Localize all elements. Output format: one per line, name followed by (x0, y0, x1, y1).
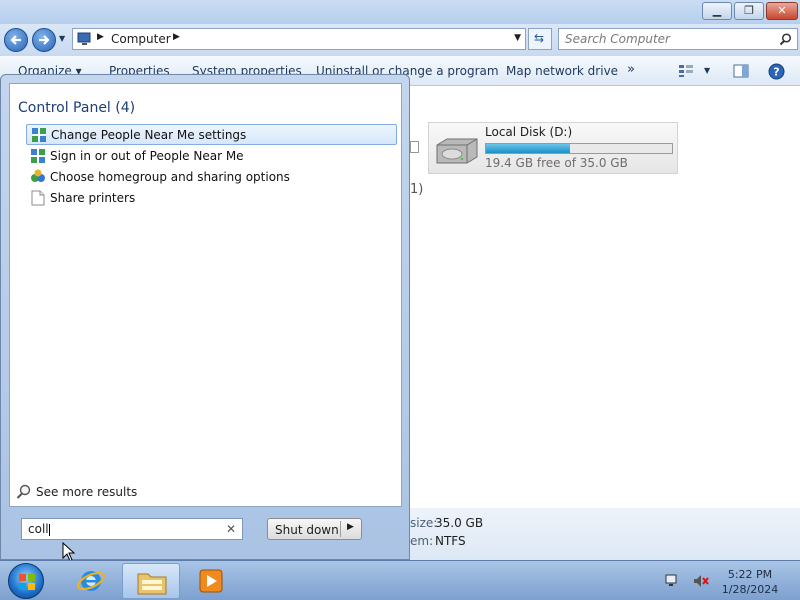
result-label: Change People Near Me settings (51, 128, 247, 142)
forward-arrow-icon (39, 35, 50, 45)
people-near-me-icon (32, 128, 46, 142)
disk-free-text: 19.4 GB free of 35.0 GB (485, 156, 628, 170)
change-view-icon[interactable] (678, 64, 694, 78)
search-placeholder: Search Computer (565, 32, 670, 46)
group-checkbox[interactable] (410, 141, 419, 153)
taskbar-media-player[interactable] (182, 563, 240, 599)
network-icon[interactable] (664, 573, 682, 589)
map-network-drive-button[interactable]: Map network drive (506, 64, 618, 78)
minimize-button[interactable]: ▁ (702, 2, 732, 20)
media-player-icon (199, 569, 223, 593)
forward-button[interactable] (32, 28, 56, 52)
homegroup-icon (31, 169, 45, 182)
details-filesystem-value: NTFS (435, 534, 466, 548)
preview-pane-icon[interactable] (733, 64, 749, 78)
computer-icon (77, 32, 91, 45)
help-icon[interactable]: ? (768, 63, 785, 80)
address-dropdown-icon[interactable]: ▼ (514, 33, 521, 43)
magnifier-icon (16, 484, 31, 499)
volume-muted-icon[interactable] (692, 573, 710, 589)
internet-explorer-icon (77, 571, 105, 591)
result-share-printers[interactable]: Share printers (26, 188, 397, 209)
taskbar: 5:22 PM 1/28/2024 (0, 560, 800, 600)
search-results-panel: Control Panel (4) Change People Near Me … (9, 83, 402, 507)
result-homegroup-sharing[interactable]: Choose homegroup and sharing options (26, 167, 397, 188)
taskbar-windows-explorer[interactable] (122, 563, 180, 599)
maximize-button[interactable]: ❐ (734, 2, 764, 20)
start-search-value: coll (28, 522, 49, 536)
start-search-input[interactable]: coll ✕ (21, 518, 243, 540)
folder-icon (137, 573, 167, 595)
disk-usage-fill (486, 144, 570, 153)
people-near-me-icon (31, 149, 45, 163)
details-size-label: size: (410, 516, 438, 530)
shut-down-separator (340, 521, 341, 537)
hard-drive-icon (436, 138, 478, 164)
recent-pages-dropdown-icon[interactable]: ▼ (59, 34, 65, 43)
back-arrow-icon (10, 35, 21, 45)
start-button[interactable] (8, 563, 44, 599)
view-options-dropdown-icon[interactable]: ▼ (704, 66, 710, 75)
result-label: Share printers (50, 191, 136, 205)
explorer-content: 1) Local Disk (D:) 19.4 GB free of 35.0 … (410, 86, 800, 560)
disk-usage-bar (485, 143, 673, 154)
clear-search-icon[interactable]: ✕ (226, 522, 236, 536)
see-more-results-label: See more results (36, 485, 138, 499)
breadcrumb-computer[interactable]: Computer (111, 32, 171, 46)
breadcrumb-chevron-icon[interactable]: ▶ (173, 32, 180, 42)
group-count-fragment: 1) (410, 182, 424, 197)
details-filesystem-label: em: (410, 534, 434, 548)
result-sign-in-people-near-me[interactable]: Sign in or out of People Near Me (26, 146, 397, 167)
shut-down-options-arrow-icon[interactable]: ▶ (347, 522, 354, 532)
close-button[interactable]: ✕ (766, 2, 798, 20)
result-label: Choose homegroup and sharing options (50, 170, 290, 184)
result-change-people-near-me[interactable]: Change People Near Me settings (26, 124, 397, 145)
taskbar-internet-explorer[interactable] (62, 563, 120, 599)
local-disk-d-tile[interactable]: Local Disk (D:) 19.4 GB free of 35.0 GB (428, 122, 678, 174)
window-titlebar[interactable]: ▁ ❐ ✕ (0, 0, 800, 24)
shut-down-button[interactable]: Shut down ▶ (267, 518, 362, 540)
windows-logo-icon (19, 574, 35, 590)
details-size-value: 35.0 GB (435, 516, 484, 530)
disk-name: Local Disk (D:) (485, 125, 573, 139)
search-icon[interactable] (779, 33, 792, 46)
refresh-button[interactable]: ⇆ (528, 28, 552, 50)
taskbar-clock[interactable]: 5:22 PM 1/28/2024 (714, 567, 786, 597)
refresh-icon: ⇆ (534, 31, 545, 45)
svg-text:?: ? (773, 66, 779, 79)
clock-time: 5:22 PM (727, 568, 773, 581)
notification-area (664, 573, 710, 592)
blank-document-icon (31, 190, 45, 206)
address-bar[interactable]: ▶ Computer ▶ ▼ (72, 28, 526, 50)
result-label: Sign in or out of People Near Me (50, 149, 244, 163)
address-row: ▼ ▶ Computer ▶ ▼ ⇆ Search Computer (0, 24, 800, 56)
back-button[interactable] (4, 28, 28, 52)
details-pane: size: 35.0 GB em: NTFS (410, 508, 800, 560)
breadcrumb-separator-icon[interactable]: ▶ (97, 32, 104, 42)
start-menu: Control Panel (4) Change People Near Me … (0, 74, 410, 560)
more-commands-button[interactable]: » (627, 62, 635, 77)
shut-down-label: Shut down (275, 523, 339, 537)
results-category-heading[interactable]: Control Panel (4) (18, 100, 135, 116)
search-input[interactable]: Search Computer (558, 28, 798, 50)
text-caret (48, 523, 50, 536)
clock-date: 1/28/2024 (721, 583, 779, 596)
mouse-cursor-icon (62, 542, 76, 562)
